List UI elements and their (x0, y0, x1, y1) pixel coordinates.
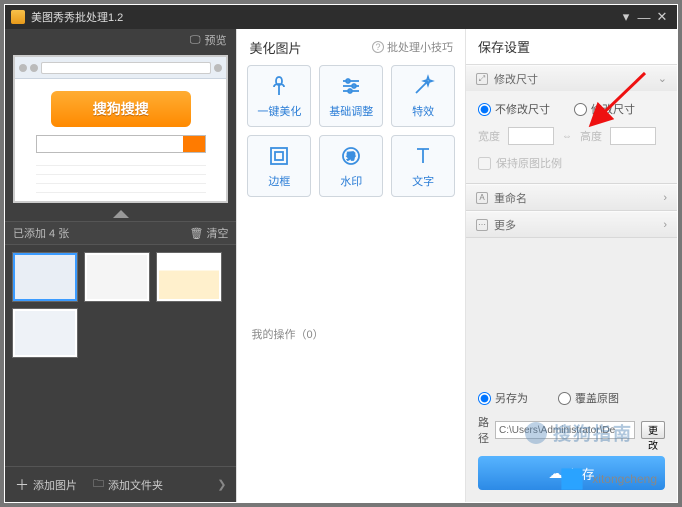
link-icon: ⇔ (562, 131, 572, 142)
tips-label: 批处理小技巧 (387, 39, 453, 55)
left-panel: 🖵 预览 已添加 4 张 🗑 (5, 29, 236, 502)
accordion-title: 重命名 (494, 190, 527, 206)
thumbnail[interactable] (85, 253, 149, 301)
width-input[interactable] (508, 127, 554, 145)
tile-effect[interactable]: 特效 (391, 65, 455, 127)
added-count-label: 已添加 4 张 (13, 225, 69, 241)
clear-button[interactable]: 🗑 清空 (190, 225, 229, 241)
radio-input[interactable] (558, 392, 571, 405)
divider-handle[interactable] (5, 207, 236, 221)
help-icon: ? (372, 41, 384, 53)
sliders-icon (338, 73, 364, 99)
thumbnail[interactable] (13, 253, 77, 301)
tile-label: 水印 (340, 173, 362, 189)
resize-icon: ⤢ (476, 73, 488, 85)
radio-label: 修改尺寸 (591, 101, 635, 117)
radio-label: 另存为 (495, 390, 528, 406)
text-icon (410, 143, 436, 169)
tile-frame[interactable]: 边框 (247, 135, 311, 197)
chevron-down-icon: ⌄ (658, 72, 667, 85)
add-folder-label: 添加文件夹 (108, 477, 163, 493)
flower-icon (266, 73, 292, 99)
plus-icon: ＋ (15, 475, 29, 495)
right-panel: 保存设置 ⤢ 修改尺寸 ⌄ 不修改尺寸 (466, 29, 677, 502)
beautify-title: 美化图片 (249, 38, 301, 57)
path-label: 路径 (478, 414, 489, 446)
tile-label: 一键美化 (257, 103, 301, 119)
tile-label: 边框 (268, 173, 290, 189)
radio-no-resize[interactable]: 不修改尺寸 (478, 101, 550, 117)
save-button[interactable]: ☁ 保存 (478, 456, 665, 490)
trash-icon: 🗑 (190, 227, 204, 240)
accordion-title: 修改尺寸 (494, 71, 538, 87)
tile-one-key-beautify[interactable]: 一键美化 (247, 65, 311, 127)
width-label: 宽度 (478, 128, 500, 144)
center-panel: 美化图片 ? 批处理小技巧 一键美化 基础调 (236, 29, 466, 502)
wand-icon (410, 73, 436, 99)
cloud-icon: ☁ (548, 465, 562, 482)
tile-text[interactable]: 文字 (391, 135, 455, 197)
radio-input[interactable] (478, 103, 491, 116)
radio-label: 覆盖原图 (575, 390, 619, 406)
height-label: 高度 (580, 128, 602, 144)
settings-icon[interactable]: ▾ (617, 9, 635, 25)
tile-watermark[interactable]: 秀 水印 (319, 135, 383, 197)
preview-label: 预览 (204, 32, 226, 48)
stamp-icon: 秀 (338, 143, 364, 169)
preview-icon: 🖵 (190, 34, 201, 47)
tile-label: 文字 (412, 173, 434, 189)
chevron-right-icon: › (663, 219, 667, 231)
accordion-header-resize[interactable]: ⤢ 修改尺寸 ⌄ (466, 65, 677, 91)
add-folder-button[interactable]: 🗀 添加文件夹 (93, 475, 163, 494)
chevron-right-icon: › (663, 192, 667, 204)
radio-label: 不修改尺寸 (495, 101, 550, 117)
add-image-label: 添加图片 (33, 477, 77, 493)
thumbnail[interactable] (13, 309, 77, 357)
more-icon: ⋯ (476, 219, 488, 231)
clear-label: 清空 (206, 225, 228, 241)
radio-save-as[interactable]: 另存为 (478, 390, 528, 406)
tile-label: 基础调整 (329, 103, 373, 119)
tile-basic-adjust[interactable]: 基础调整 (319, 65, 383, 127)
accordion-rename: A 重命名 › (466, 184, 677, 211)
thumbnails-area (5, 245, 236, 466)
accordion-header-rename[interactable]: A 重命名 › (466, 184, 677, 210)
keep-ratio-label: 保持原图比例 (496, 155, 562, 171)
radio-resize[interactable]: 修改尺寸 (574, 101, 635, 117)
radio-input[interactable] (478, 392, 491, 405)
path-input[interactable] (495, 421, 635, 439)
thumbnail[interactable] (157, 253, 221, 301)
tile-label: 特效 (412, 103, 434, 119)
preview-image (13, 55, 228, 203)
minimize-button[interactable]: ― (635, 10, 653, 25)
change-path-button[interactable]: 更改 (641, 421, 665, 439)
tips-link[interactable]: ? 批处理小技巧 (372, 39, 453, 55)
keep-ratio-checkbox[interactable] (478, 157, 491, 170)
chevron-right-icon[interactable]: ❯ (217, 478, 226, 491)
folder-icon: 🗀 (93, 475, 104, 494)
accordion-header-more[interactable]: ⋯ 更多 › (466, 211, 677, 237)
svg-text:秀: 秀 (347, 151, 355, 161)
close-button[interactable]: ✕ (653, 9, 671, 25)
frame-icon (266, 143, 292, 169)
app-title: 美图秀秀批处理1.2 (31, 9, 123, 25)
accordion-more: ⋯ 更多 › (466, 211, 677, 238)
radio-overwrite[interactable]: 覆盖原图 (558, 390, 619, 406)
my-ops-label: 我的操作（0） (251, 329, 323, 341)
radio-input[interactable] (574, 103, 587, 116)
titlebar: 美图秀秀批处理1.2 ▾ ― ✕ (5, 5, 677, 29)
accordion-resize: ⤢ 修改尺寸 ⌄ 不修改尺寸 修改尺寸 (466, 65, 677, 184)
app-icon (11, 10, 25, 24)
height-input[interactable] (610, 127, 656, 145)
rename-icon: A (476, 192, 488, 204)
save-button-label: 保存 (568, 464, 594, 483)
accordion-title: 更多 (494, 217, 516, 233)
add-image-button[interactable]: ＋ 添加图片 (15, 475, 77, 495)
save-settings-title: 保存设置 (478, 37, 530, 56)
